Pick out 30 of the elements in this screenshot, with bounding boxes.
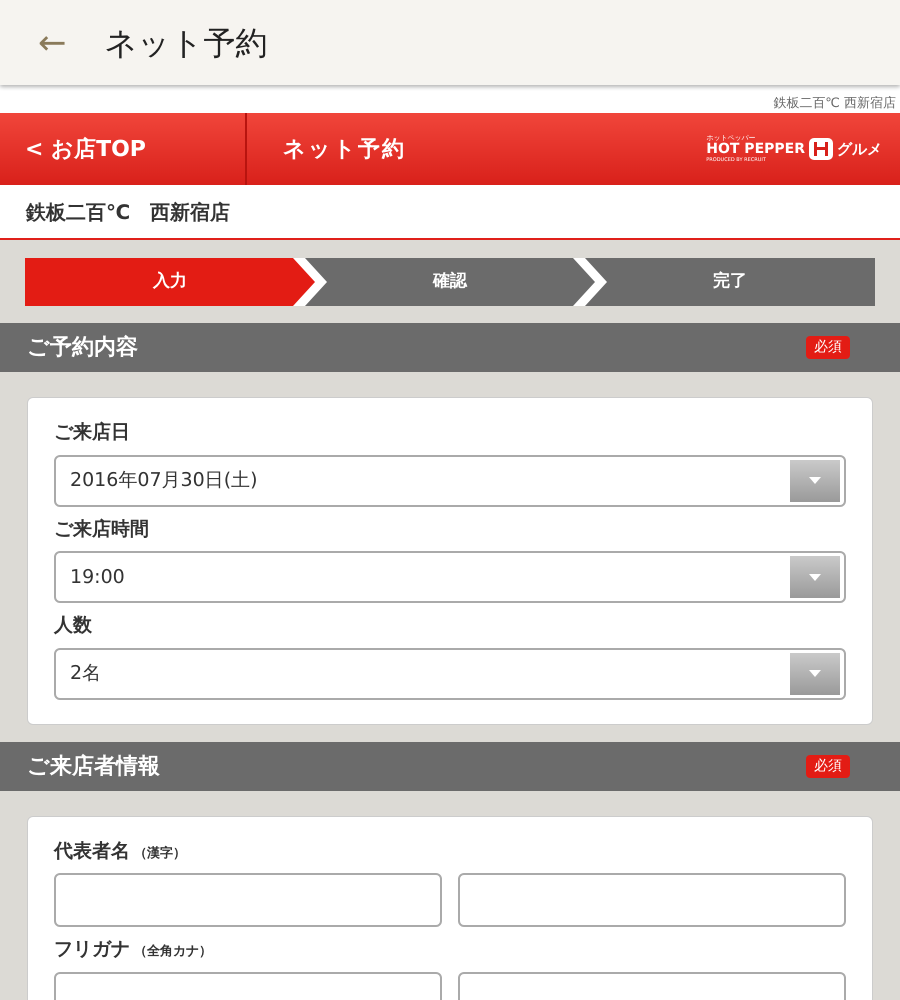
required-badge: 必須	[806, 336, 850, 359]
required-badge: 必須	[806, 754, 850, 778]
dropdown-arrow-icon	[809, 477, 821, 484]
select-value: 19:00	[70, 564, 125, 590]
field-label: 代表者名	[54, 838, 130, 864]
logo-brand: HOT PEPPER	[706, 142, 805, 158]
text-input[interactable]	[54, 873, 442, 927]
dropdown-arrow-icon	[809, 574, 821, 580]
field-label: 人数	[54, 613, 92, 638]
back-link[interactable]: < お店TOP	[25, 132, 146, 166]
page-title: ネット予約	[104, 22, 268, 64]
select-value: 2名	[70, 661, 102, 686]
select-value: 2016年07月30日(土)	[70, 468, 258, 494]
shop-caption: 鉄板二百℃ 西新宿店	[773, 94, 896, 112]
logo-suffix: グルメ	[837, 138, 882, 160]
field-note: （全角カナ）	[134, 943, 212, 961]
field-note: （漢字）	[134, 844, 186, 862]
select-field[interactable]: 19:00	[54, 551, 846, 603]
field-label: フリガナ	[54, 937, 130, 962]
dropdown-arrow-icon	[809, 670, 821, 677]
text-input[interactable]	[458, 873, 846, 927]
field-label: ご来店日	[54, 420, 130, 445]
section-title: ご来店者情報	[27, 752, 160, 780]
select-field[interactable]: 2名	[54, 648, 846, 700]
select-field[interactable]: 2016年07月30日(土)	[54, 454, 846, 506]
header-title: ネット予約	[282, 136, 407, 164]
back-button[interactable]: ←	[0, 26, 104, 60]
field-label: ご来店時間	[54, 516, 149, 542]
section-title: ご予約内容	[27, 334, 138, 362]
shop-name: 鉄板二百℃ 西新宿店	[26, 198, 230, 226]
